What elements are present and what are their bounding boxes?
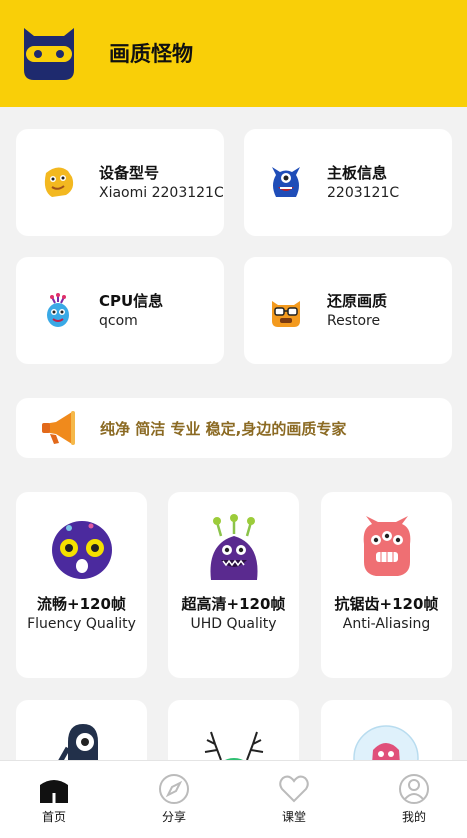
bottom-tab-bar: 首页 分享 课堂 我的 bbox=[0, 760, 467, 838]
antenna-monster-mascot-icon bbox=[209, 514, 258, 580]
slogan-banner: 纯净 简洁 专业 稳定,身边的画质专家 bbox=[16, 398, 452, 458]
megaphone-icon bbox=[42, 411, 75, 445]
board-info-label: 主板信息 bbox=[327, 164, 388, 182]
anti-aliasing-subtitle: Anti-Aliasing bbox=[342, 616, 431, 632]
app-header: 画质怪物 bbox=[0, 0, 467, 107]
cpu-info-card[interactable]: CPU信息 qcom bbox=[16, 257, 224, 364]
device-model-card[interactable]: 设备型号 Xiaomi 2203121C bbox=[16, 129, 224, 236]
board-info-card[interactable]: 主板信息 2203121C bbox=[244, 129, 452, 236]
fluency-quality-subtitle: Fluency Quality bbox=[27, 616, 136, 632]
anti-aliasing-card[interactable]: 抗锯齿+120帧 Anti-Aliasing bbox=[321, 492, 452, 678]
cpu-info-label: CPU信息 bbox=[99, 292, 164, 310]
uhd-quality-subtitle: UHD Quality bbox=[190, 616, 277, 632]
heart-icon bbox=[279, 775, 309, 803]
tab-mine-label: 我的 bbox=[401, 810, 426, 824]
glasses-monster-mascot-icon bbox=[272, 301, 300, 327]
tab-home[interactable]: 首页 bbox=[14, 761, 94, 838]
board-info-value: 2203121C bbox=[327, 185, 400, 201]
balloon-monster-mascot-icon bbox=[47, 293, 69, 327]
device-model-value: Xiaomi 2203121C bbox=[99, 185, 224, 201]
uhd-quality-title: 超高清+120帧 bbox=[181, 595, 286, 613]
restore-quality-label: 还原画质 bbox=[327, 292, 388, 310]
tab-share[interactable]: 分享 bbox=[134, 761, 214, 838]
restore-quality-card[interactable]: 还原画质 Restore bbox=[244, 257, 452, 364]
tab-classroom-label: 课堂 bbox=[281, 810, 306, 824]
tab-classroom[interactable]: 课堂 bbox=[254, 761, 334, 838]
purple-blob-mascot-icon bbox=[51, 521, 112, 579]
device-model-label: 设备型号 bbox=[99, 164, 160, 182]
home-icon bbox=[40, 780, 68, 803]
slogan-text: 纯净 简洁 专业 稳定,身边的画质专家 bbox=[100, 420, 347, 438]
compass-icon bbox=[159, 774, 189, 804]
anti-aliasing-title: 抗锯齿+120帧 bbox=[334, 595, 439, 613]
tab-share-label: 分享 bbox=[161, 810, 186, 824]
profile-icon bbox=[399, 774, 429, 804]
tab-home-label: 首页 bbox=[41, 810, 66, 824]
yellow-dragon-mascot-icon bbox=[44, 167, 74, 197]
monster-logo-icon bbox=[24, 28, 74, 80]
uhd-quality-card[interactable]: 超高清+120帧 UHD Quality bbox=[168, 492, 299, 678]
pink-three-eye-mascot-icon bbox=[363, 516, 410, 576]
cpu-info-value: qcom bbox=[99, 313, 138, 329]
blue-monster-mascot-icon bbox=[272, 167, 300, 197]
fluency-quality-card[interactable]: 流畅+120帧 Fluency Quality bbox=[16, 492, 147, 678]
restore-quality-value: Restore bbox=[327, 313, 381, 329]
tab-mine[interactable]: 我的 bbox=[374, 761, 454, 838]
fluency-quality-title: 流畅+120帧 bbox=[37, 595, 126, 613]
app-title: 画质怪物 bbox=[109, 42, 193, 66]
